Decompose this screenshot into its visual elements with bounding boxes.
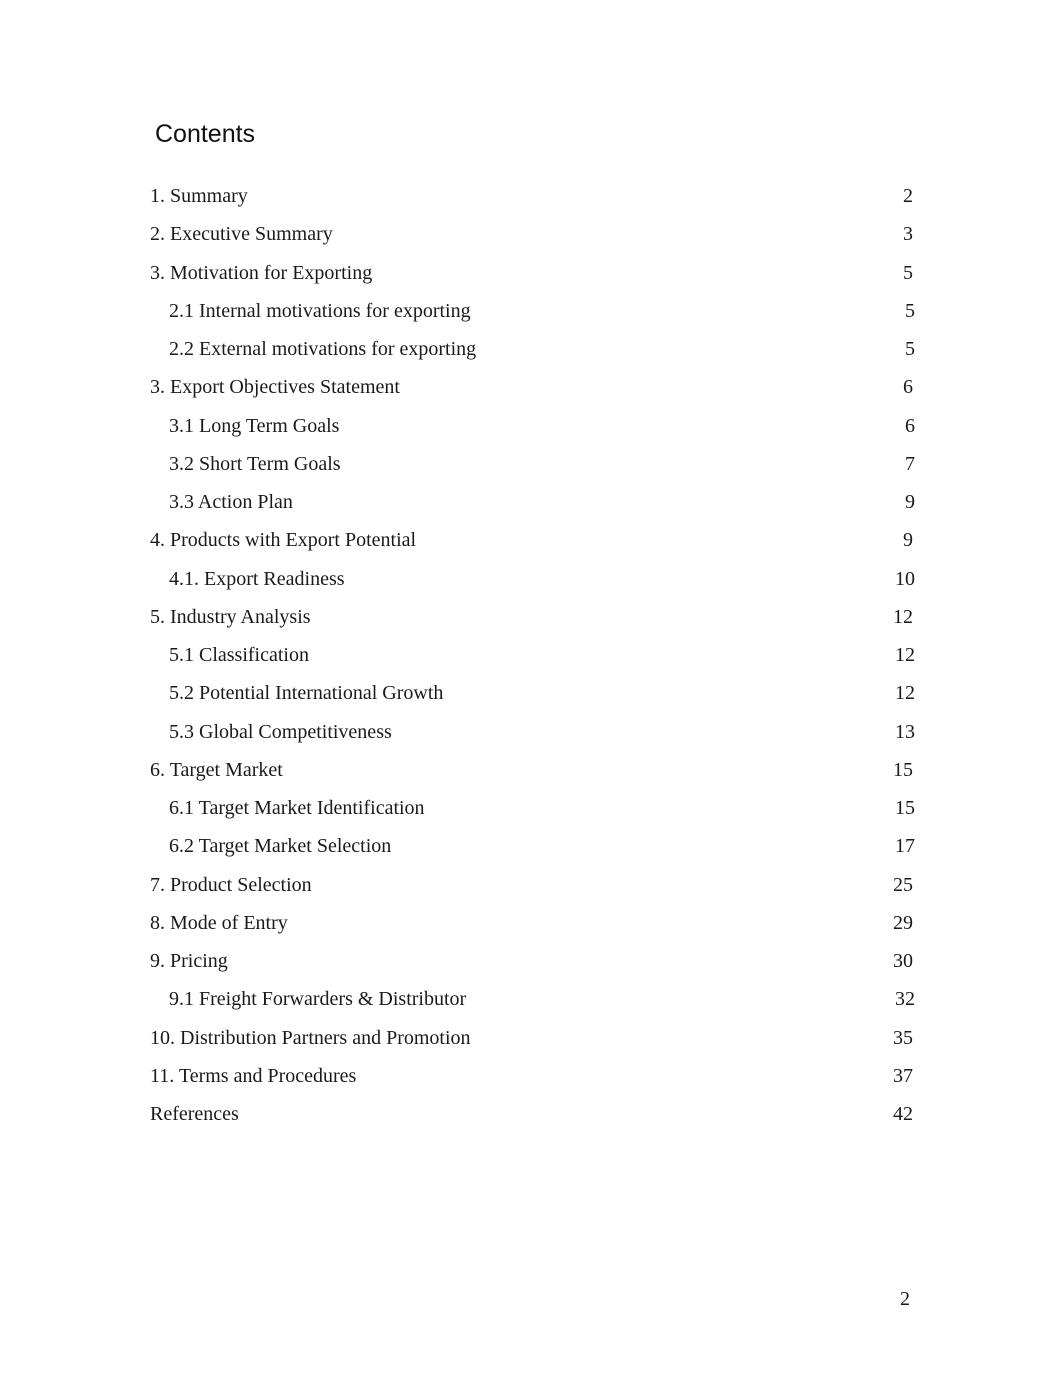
toc-entry-label[interactable]: 5.1 Classification <box>169 640 309 670</box>
toc-entry-page: 25 <box>893 873 913 896</box>
toc-entry-page: 15 <box>893 758 913 781</box>
toc-entry-page: 42 <box>893 1103 913 1125</box>
toc-entry[interactable]: 3.2 Short Term Goals 7 <box>150 449 916 487</box>
toc-entry-page: 35 <box>893 1026 913 1049</box>
toc-entry-label[interactable]: 5.2 Potential International Growth <box>169 678 443 708</box>
toc-entry-label[interactable]: References <box>150 1099 239 1129</box>
toc-entry-label[interactable]: 7. Product Selection <box>150 870 312 900</box>
toc-entry-label[interactable]: 3. Export Objectives Statement <box>150 372 400 402</box>
toc-entry-label[interactable]: 2.1 Internal motivations for exporting <box>169 296 471 326</box>
toc-entry[interactable]: 3.3 Action Plan 9 <box>150 487 916 525</box>
toc-entry-page: 5 <box>905 338 915 360</box>
toc-entry-label[interactable]: 10. Distribution Partners and Promotion <box>150 1023 471 1053</box>
page-number: 2 <box>900 1288 910 1310</box>
toc-entry-label[interactable]: 9.1 Freight Forwarders & Distributor <box>169 984 466 1014</box>
toc-entry-page: 12 <box>895 682 915 705</box>
toc-entry-label[interactable]: 11. Terms and Procedures <box>150 1061 356 1091</box>
toc-entry[interactable]: 6. Target Market 15 <box>150 755 916 793</box>
toc-entry[interactable]: 3.1 Long Term Goals 6 <box>150 411 916 449</box>
toc-entry[interactable]: 3. Motivation for Exporting 5 <box>150 258 916 296</box>
toc-entry[interactable]: 9. Pricing 30 <box>150 946 916 984</box>
toc-entry-label[interactable]: 3.2 Short Term Goals <box>169 449 341 479</box>
toc-entry-label[interactable]: 3. Motivation for Exporting <box>150 258 372 288</box>
toc-entry-page: 6 <box>903 376 913 399</box>
toc-entry[interactable]: 5.3 Global Competitiveness 13 <box>150 717 916 755</box>
toc-entry-label[interactable]: 9. Pricing <box>150 946 228 976</box>
toc-entry-page: 12 <box>895 644 915 666</box>
toc-entry-page: 10 <box>895 567 915 590</box>
toc-entry-label[interactable]: 2.2 External motivations for exporting <box>169 334 476 364</box>
toc-entry-page: 2 <box>903 185 913 207</box>
toc-entry-page: 9 <box>903 529 913 552</box>
toc-entry-page: 15 <box>895 797 915 819</box>
toc-entry-label[interactable]: 5.3 Global Competitiveness <box>169 717 392 747</box>
toc-entry-page: 17 <box>895 835 915 858</box>
toc-entry[interactable]: 7. Product Selection 25 <box>150 870 916 908</box>
toc-entry[interactable]: 5.2 Potential International Growth 12 <box>150 678 916 716</box>
toc-entry-label[interactable]: 6.2 Target Market Selection <box>169 831 391 861</box>
toc-entry-page: 32 <box>895 988 915 1011</box>
toc-entry[interactable]: 4. Products with Export Potential 9 <box>150 525 916 563</box>
toc-entry-page: 6 <box>905 414 915 437</box>
toc-entry[interactable]: 6.2 Target Market Selection 17 <box>150 831 916 869</box>
toc-entry[interactable]: 2.1 Internal motivations for exporting 5 <box>150 296 916 334</box>
toc-entry[interactable]: 9.1 Freight Forwarders & Distributor 32 <box>150 984 916 1022</box>
toc-entry-page: 5 <box>905 299 915 322</box>
toc-entry-label[interactable]: 1. Summary <box>150 181 248 211</box>
toc-entry[interactable]: 2. Executive Summary 3 <box>150 219 916 257</box>
toc-entry[interactable]: 5. Industry Analysis 12 <box>150 602 916 640</box>
toc-entry-label[interactable]: 3.3 Action Plan <box>169 487 293 517</box>
toc-entry-label[interactable]: 3.1 Long Term Goals <box>169 411 339 441</box>
toc-entry-page: 13 <box>895 720 915 743</box>
toc-title: Contents <box>155 120 256 148</box>
toc-entry-label[interactable]: 6.1 Target Market Identification <box>169 793 425 823</box>
toc-entry-page: 12 <box>893 605 913 628</box>
toc-entry[interactable]: 3. Export Objectives Statement 6 <box>150 372 916 410</box>
toc-entry-page: 30 <box>893 950 913 972</box>
toc-entry-page: 37 <box>893 1064 913 1087</box>
toc-entry[interactable]: 10. Distribution Partners and Promotion 3… <box>150 1023 916 1061</box>
toc-entry[interactable]: 4.1. Export Readiness 10 <box>150 564 916 602</box>
toc-entry-page: 7 <box>905 452 915 475</box>
toc-entry-label[interactable]: 4.1. Export Readiness <box>169 564 345 594</box>
toc-entry[interactable]: 1. Summary 2 <box>150 181 916 219</box>
toc-entry-label[interactable]: 8. Mode of Entry <box>150 908 288 938</box>
toc-entry[interactable]: 11. Terms and Procedures 37 <box>150 1061 916 1099</box>
toc-entry[interactable]: 6.1 Target Market Identification 15 <box>150 793 916 831</box>
toc-entry-page: 5 <box>903 261 913 284</box>
table-of-contents: 1. Summary 2 2. Executive Summary 3 3. Motiv… <box>150 181 916 1137</box>
toc-entry-page: 3 <box>903 223 913 246</box>
toc-entry-label[interactable]: 4. Products with Export Potential <box>150 525 416 555</box>
toc-entry-page: 9 <box>905 491 915 513</box>
toc-entry[interactable]: References 42 <box>150 1099 916 1137</box>
toc-entry-label[interactable]: 2. Executive Summary <box>150 219 333 249</box>
toc-entry-label[interactable]: 6. Target Market <box>150 755 283 785</box>
toc-entry-label[interactable]: 5. Industry Analysis <box>150 602 311 632</box>
toc-entry-page: 29 <box>893 911 913 934</box>
toc-entry[interactable]: 2.2 External motivations for exporting 5 <box>150 334 916 372</box>
toc-entry[interactable]: 8. Mode of Entry 29 <box>150 908 916 946</box>
toc-entry[interactable]: 5.1 Classification 12 <box>150 640 916 678</box>
